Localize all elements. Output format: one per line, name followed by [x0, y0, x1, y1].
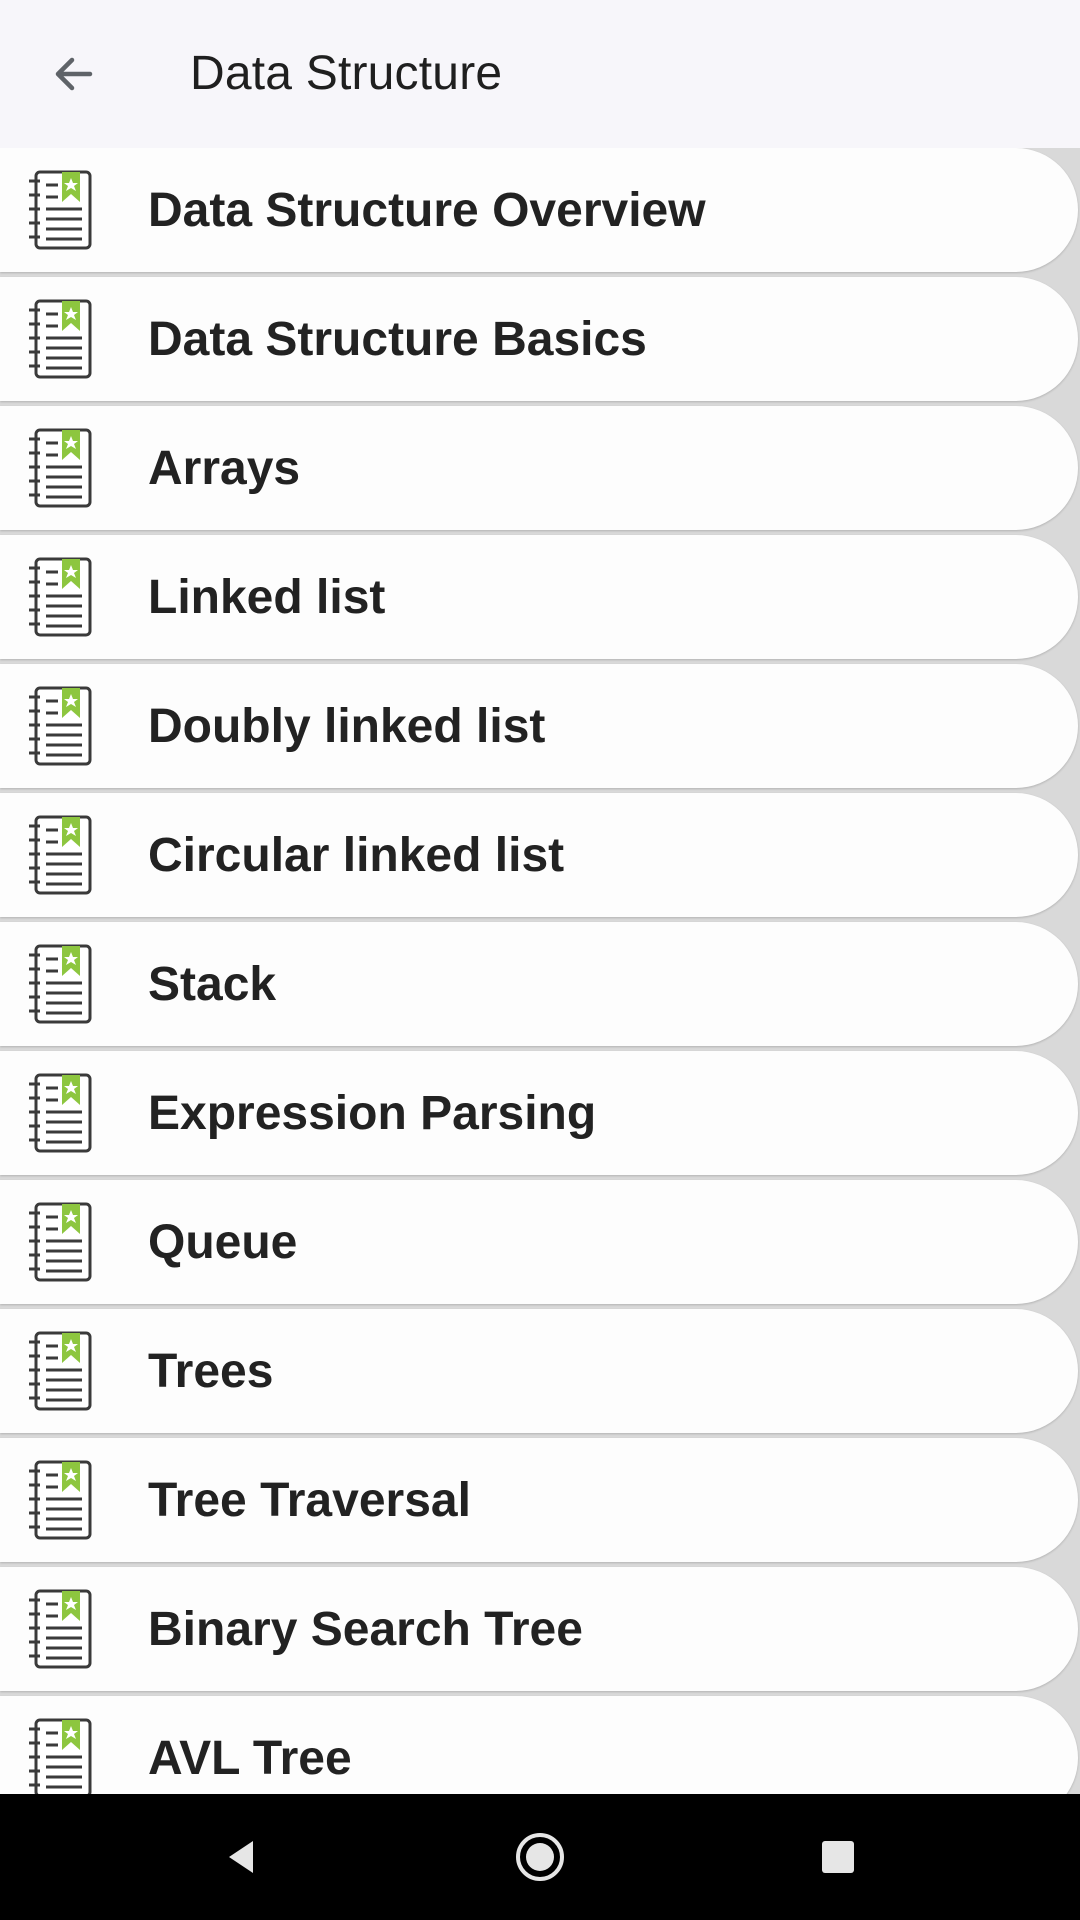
notebook-bookmark-icon	[26, 1330, 94, 1412]
list-item-binary-search-tree[interactable]: Binary Search Tree	[0, 1567, 1078, 1691]
notebook-bookmark-icon	[26, 943, 94, 1025]
nav-recents-icon	[822, 1841, 854, 1873]
notebook-bookmark-icon	[26, 814, 94, 896]
list-item-expression-parsing[interactable]: Expression Parsing	[0, 1051, 1078, 1175]
list-item-data-structure-basics[interactable]: Data Structure Basics	[0, 277, 1078, 401]
arrow-back-icon	[55, 57, 93, 91]
list-item-arrays[interactable]: Arrays	[0, 406, 1078, 530]
list-item-label: Linked list	[148, 570, 386, 624]
back-button[interactable]	[40, 40, 108, 108]
notebook-bookmark-icon	[26, 298, 94, 380]
notebook-bookmark-icon	[26, 556, 94, 638]
list-item-label: Data Structure Basics	[148, 312, 647, 366]
list-item-stack[interactable]: Stack	[0, 922, 1078, 1046]
list-item-label: Trees	[148, 1344, 274, 1398]
notebook-bookmark-icon	[26, 427, 94, 509]
page-title: Data Structure	[190, 47, 503, 100]
notebook-bookmark-icon	[26, 169, 94, 251]
list-item-label: Stack	[148, 957, 277, 1011]
list-item-data-structure-overview[interactable]: Data Structure Overview	[0, 148, 1078, 272]
nav-home-button[interactable]	[505, 1822, 575, 1892]
nav-recents-button[interactable]	[803, 1822, 873, 1892]
topic-list: Data Structure Overview Data Structure B…	[0, 148, 1080, 1794]
list-item-linked-list[interactable]: Linked list	[0, 535, 1078, 659]
list-item-trees[interactable]: Trees	[0, 1309, 1078, 1433]
list-item-label: Data Structure Overview	[148, 183, 706, 237]
list-item-tree-traversal[interactable]: Tree Traversal	[0, 1438, 1078, 1562]
list-item-avl-tree[interactable]: AVL Tree	[0, 1696, 1078, 1794]
system-nav-bar	[0, 1794, 1080, 1920]
list-item-label: Binary Search Tree	[148, 1602, 583, 1656]
nav-home-icon	[516, 1833, 564, 1881]
list-item-label: AVL Tree	[148, 1731, 352, 1785]
notebook-bookmark-icon	[26, 685, 94, 767]
notebook-bookmark-icon	[26, 1459, 94, 1541]
notebook-bookmark-icon	[26, 1201, 94, 1283]
notebook-bookmark-icon	[26, 1717, 94, 1794]
list-item-label: Arrays	[148, 441, 301, 495]
notebook-bookmark-icon	[26, 1072, 94, 1154]
list-item-label: Queue	[148, 1215, 298, 1269]
list-item-label: Tree Traversal	[148, 1473, 471, 1527]
nav-back-icon	[229, 1841, 253, 1873]
list-item-label: Circular linked list	[148, 828, 565, 882]
list-item-label: Expression Parsing	[148, 1086, 597, 1140]
list-item-doubly-linked-list[interactable]: Doubly linked list	[0, 664, 1078, 788]
list-item-circular-linked-list[interactable]: Circular linked list	[0, 793, 1078, 917]
app-bar: Data Structure	[0, 0, 1080, 148]
list-item-queue[interactable]: Queue	[0, 1180, 1078, 1304]
nav-back-button[interactable]	[206, 1822, 276, 1892]
list-item-label: Doubly linked list	[148, 699, 546, 753]
notebook-bookmark-icon	[26, 1588, 94, 1670]
